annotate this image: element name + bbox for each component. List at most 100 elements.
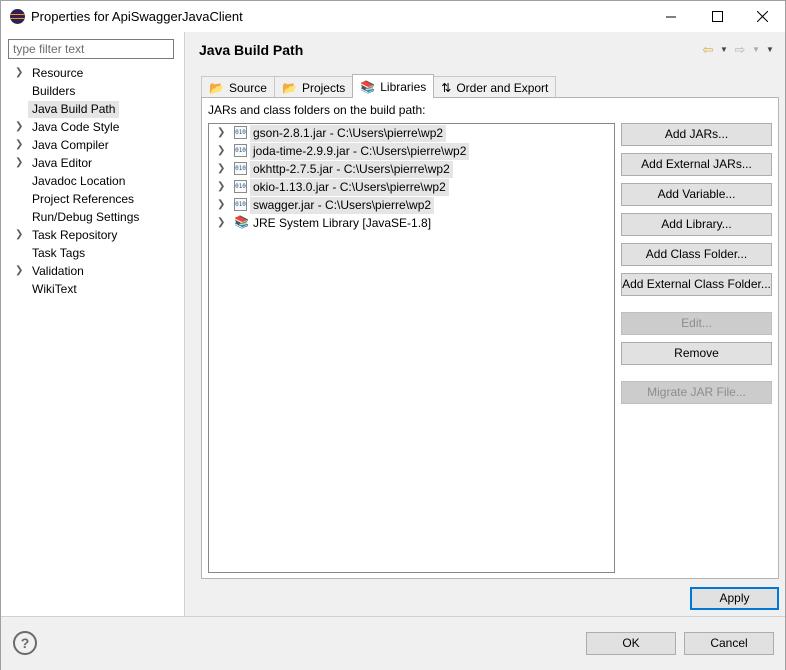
back-arrow-icon[interactable]: ⇦ [701, 42, 715, 58]
tree-item-label: Java Editor [32, 156, 93, 170]
tree-item-java-build-path[interactable]: Java Build Path [1, 100, 185, 118]
libraries-panel: JARs and class folders on the build path… [201, 97, 779, 579]
build-path-tabs: 📂 Source 📂 Projects 📚 Libraries ⇅ Order … [201, 74, 557, 98]
add-jars-button[interactable]: Add JARs... [621, 123, 772, 146]
library-label: swagger.jar - C:\Users\pierre\wp2 [250, 197, 435, 214]
library-label: okio-1.13.0.jar - C:\Users\pierre\wp2 [250, 179, 449, 196]
jar-icon: 010 [234, 126, 247, 139]
tab-projects[interactable]: 📂 Projects [273, 76, 354, 98]
order-export-icon: ⇅ [441, 80, 452, 95]
minimize-icon[interactable] [649, 1, 694, 32]
library-label: gson-2.8.1.jar - C:\Users\pierre\wp2 [250, 125, 447, 142]
page-navigation: ⇦ ▼ ⇨ ▼ ▼ [701, 42, 775, 58]
tree-item-run-debug-settings[interactable]: Run/Debug Settings [1, 208, 185, 226]
tree-item-wikitext[interactable]: WikiText [1, 280, 185, 298]
ok-button[interactable]: OK [586, 632, 676, 655]
add-library-button[interactable]: Add Library... [621, 213, 772, 236]
add-external-class-folder-button[interactable]: Add External Class Folder... [621, 273, 772, 296]
add-class-folder-button[interactable]: Add Class Folder... [621, 243, 772, 266]
tree-item-java-code-style[interactable]: ❯ Java Code Style [1, 118, 185, 136]
libraries-icon: 📚 [360, 79, 376, 94]
library-item[interactable]: ❯ 📚 JRE System Library [JavaSE-1.8] [209, 214, 614, 232]
tree-item-project-references[interactable]: Project References [1, 190, 185, 208]
close-icon[interactable] [740, 1, 785, 32]
tree-item-label: Task Repository [32, 228, 118, 242]
jre-library-icon: 📚 [234, 215, 249, 229]
library-label: joda-time-2.9.9.jar - C:\Users\pierre\wp… [250, 143, 470, 160]
tree-item-label: Javadoc Location [32, 174, 126, 188]
tree-item-label: Java Build Path [28, 101, 120, 118]
tree-item-builders[interactable]: Builders [1, 82, 185, 100]
tab-label: Order and Export [456, 80, 549, 95]
library-item[interactable]: ❯ 010 okio-1.13.0.jar - C:\Users\pierre\… [209, 178, 614, 196]
chevron-right-icon[interactable]: ❯ [15, 157, 23, 168]
library-item[interactable]: ❯ 010 joda-time-2.9.9.jar - C:\Users\pie… [209, 142, 614, 160]
tab-label: Libraries [380, 79, 427, 94]
jar-icon: 010 [234, 162, 247, 175]
back-dropdown-icon[interactable]: ▼ [719, 42, 729, 58]
tree-item-javadoc-location[interactable]: Javadoc Location [1, 172, 185, 190]
page-title: Java Build Path [199, 42, 304, 58]
tree-item-java-editor[interactable]: ❯ Java Editor [1, 154, 185, 172]
window-title: Properties for ApiSwaggerJavaClient [31, 9, 243, 24]
property-page: Java Build Path ⇦ ▼ ⇨ ▼ ▼ 📂 Source 📂 Pro… [186, 32, 785, 616]
library-label: okhttp-2.7.5.jar - C:\Users\pierre\wp2 [250, 161, 453, 178]
maximize-icon[interactable] [695, 1, 740, 32]
tree-item-label: Builders [32, 84, 76, 98]
remove-button[interactable]: Remove [621, 342, 772, 365]
apply-button[interactable]: Apply [690, 587, 779, 610]
projects-icon: 📂 [281, 80, 297, 95]
library-item[interactable]: ❯ 010 swagger.jar - C:\Users\pierre\wp2 [209, 196, 614, 214]
chevron-right-icon[interactable]: ❯ [217, 217, 225, 228]
tab-source[interactable]: 📂 Source [201, 76, 275, 98]
library-list[interactable]: ❯ 010 gson-2.8.1.jar - C:\Users\pierre\w… [208, 123, 615, 573]
tab-order-and-export[interactable]: ⇅ Order and Export [433, 76, 557, 98]
help-icon[interactable]: ? [13, 631, 37, 655]
libraries-caption: JARs and class folders on the build path… [208, 103, 426, 117]
library-actions: Add JARs... Add External JARs... Add Var… [621, 123, 772, 411]
properties-dialog: Properties for ApiSwaggerJavaClient ❯ Re… [0, 0, 786, 670]
chevron-right-icon[interactable]: ❯ [15, 229, 23, 240]
forward-arrow-icon[interactable]: ⇨ [733, 42, 747, 58]
chevron-right-icon[interactable]: ❯ [217, 127, 225, 138]
add-variable-button[interactable]: Add Variable... [621, 183, 772, 206]
chevron-right-icon[interactable]: ❯ [217, 163, 225, 174]
tree-item-label: Resource [32, 66, 84, 80]
tab-label: Projects [301, 80, 346, 95]
tree-item-task-repository[interactable]: ❯ Task Repository [1, 226, 185, 244]
edit-button[interactable]: Edit... [621, 312, 772, 335]
forward-dropdown-icon[interactable]: ▼ [751, 42, 761, 58]
source-folder-icon: 📂 [209, 80, 224, 95]
view-menu-icon[interactable]: ▼ [765, 42, 775, 58]
preference-navigation: ❯ Resource Builders Java Build Path ❯ Ja… [1, 32, 185, 616]
tree-item-java-compiler[interactable]: ❯ Java Compiler [1, 136, 185, 154]
tree-item-label: WikiText [32, 282, 77, 296]
library-item[interactable]: ❯ 010 gson-2.8.1.jar - C:\Users\pierre\w… [209, 124, 614, 142]
tree-item-label: Project References [32, 192, 135, 206]
add-external-jars-button[interactable]: Add External JARs... [621, 153, 772, 176]
jar-icon: 010 [234, 198, 247, 211]
tree-item-label: Validation [32, 264, 84, 278]
title-bar: Properties for ApiSwaggerJavaClient [1, 1, 785, 32]
chevron-right-icon[interactable]: ❯ [15, 121, 23, 132]
tree-item-label: Java Compiler [32, 138, 109, 152]
chevron-right-icon[interactable]: ❯ [217, 199, 225, 210]
chevron-right-icon[interactable]: ❯ [217, 181, 225, 192]
migrate-jar-button[interactable]: Migrate JAR File... [621, 381, 772, 404]
library-item[interactable]: ❯ 010 okhttp-2.7.5.jar - C:\Users\pierre… [209, 160, 614, 178]
tree-item-resource[interactable]: ❯ Resource [1, 64, 185, 82]
chevron-right-icon[interactable]: ❯ [15, 67, 23, 78]
eclipse-icon [10, 9, 25, 24]
chevron-right-icon[interactable]: ❯ [15, 139, 23, 150]
chevron-right-icon[interactable]: ❯ [217, 145, 225, 156]
tab-libraries[interactable]: 📚 Libraries [352, 74, 435, 98]
cancel-button[interactable]: Cancel [684, 632, 774, 655]
tree-item-validation[interactable]: ❯ Validation [1, 262, 185, 280]
tree-item-task-tags[interactable]: Task Tags [1, 244, 185, 262]
property-tree: ❯ Resource Builders Java Build Path ❯ Ja… [1, 64, 185, 298]
filter-input[interactable] [8, 39, 174, 59]
jar-icon: 010 [234, 180, 247, 193]
chevron-right-icon[interactable]: ❯ [15, 265, 23, 276]
tree-item-label: Run/Debug Settings [32, 210, 140, 224]
library-label: JRE System Library [JavaSE-1.8] [253, 216, 432, 230]
